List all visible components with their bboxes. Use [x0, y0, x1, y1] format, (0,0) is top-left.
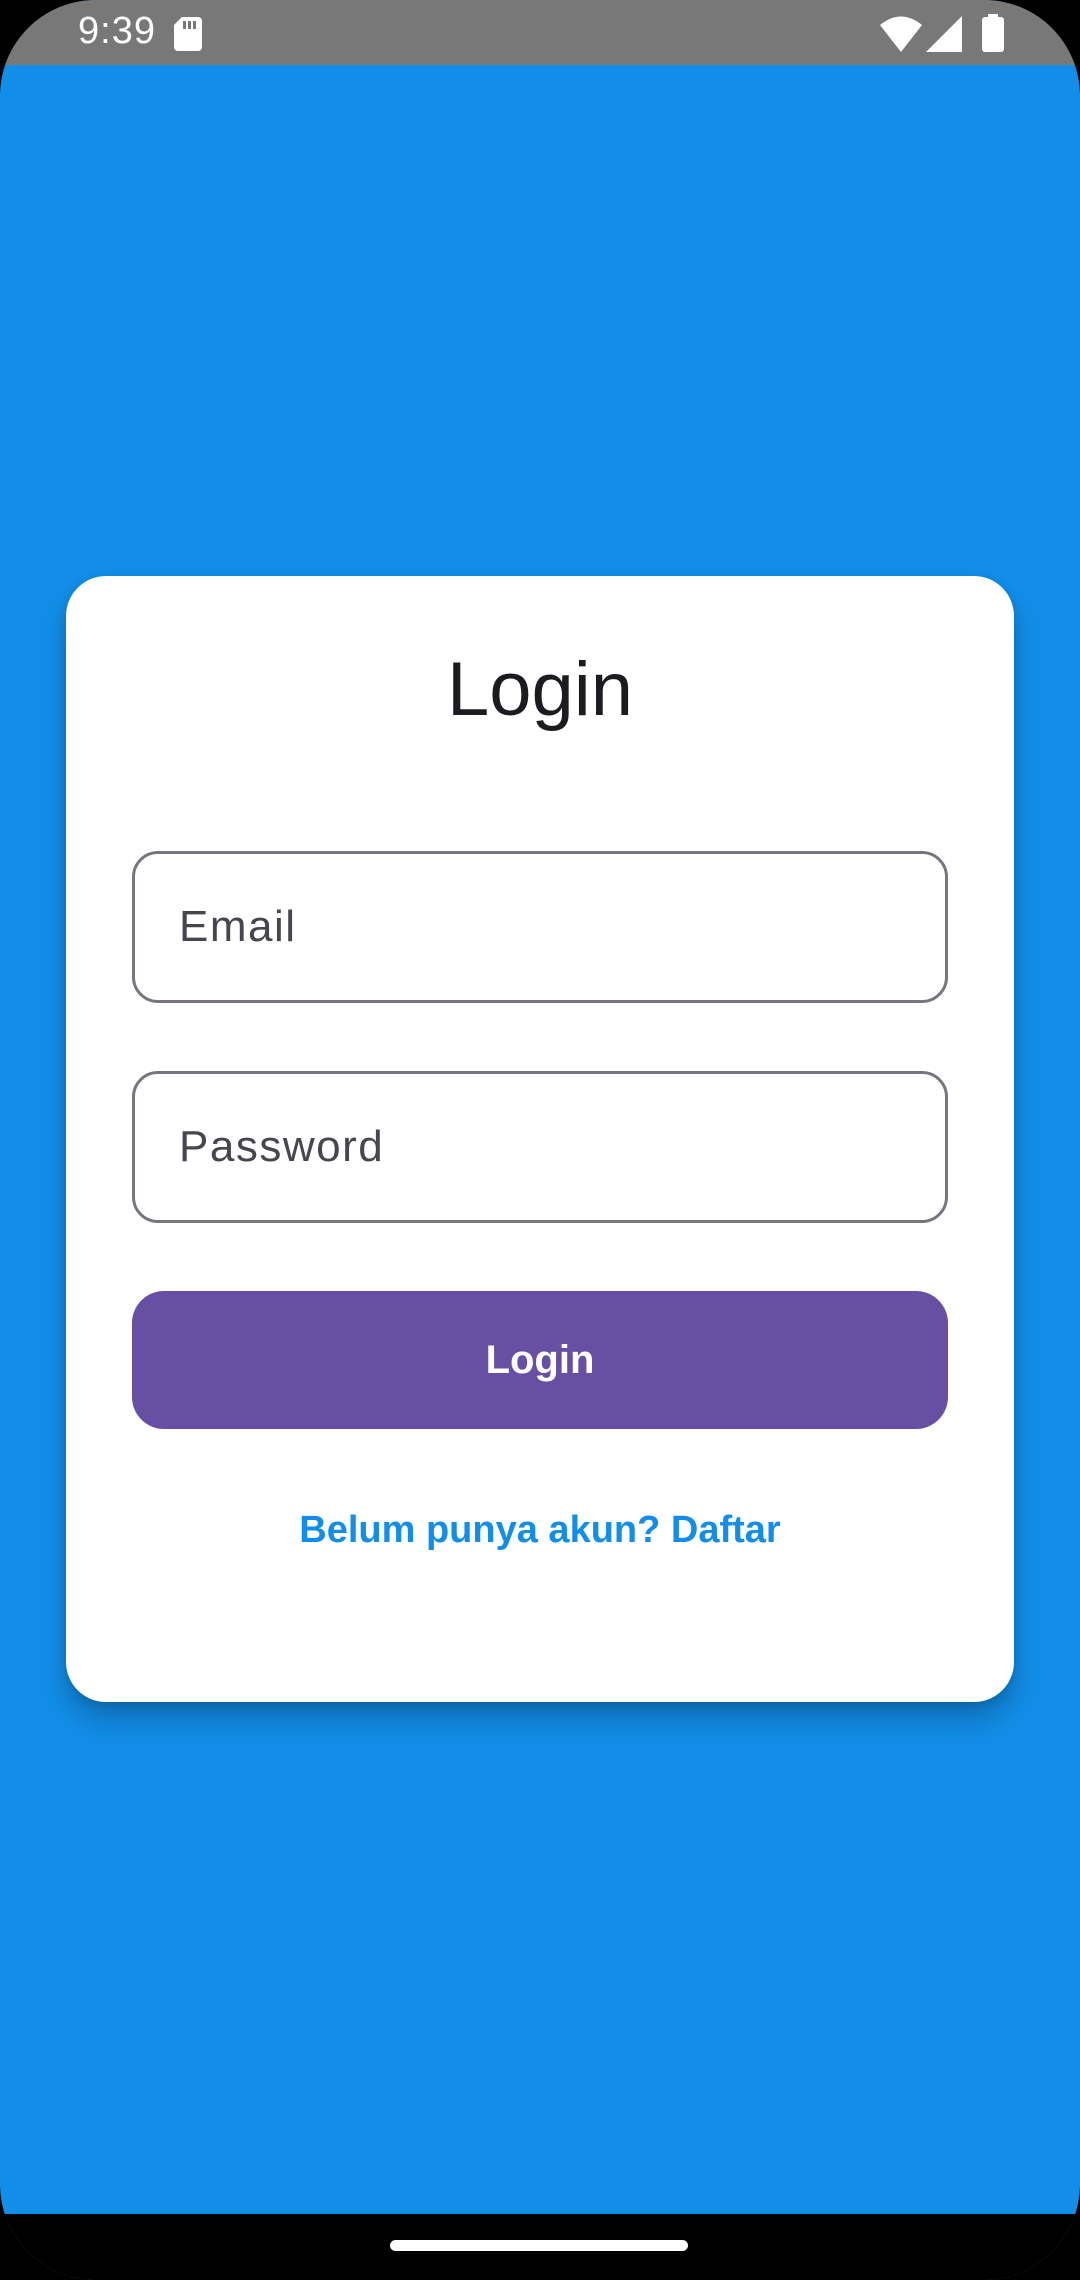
login-button[interactable]: Login	[132, 1291, 948, 1429]
status-bar: 9:39	[0, 0, 1080, 65]
battery-icon	[982, 14, 1004, 52]
login-title: Login	[447, 647, 633, 732]
password-input[interactable]	[135, 1074, 945, 1220]
password-field[interactable]	[132, 1071, 948, 1223]
email-field[interactable]	[132, 851, 948, 1003]
register-link[interactable]: Belum punya akun? Daftar	[0, 1500, 1080, 1560]
signal-icon	[926, 16, 962, 52]
home-indicator[interactable]	[390, 2240, 688, 2251]
email-input[interactable]	[135, 854, 945, 1000]
sd-card-icon	[174, 17, 202, 51]
status-time: 9:39	[78, 10, 156, 52]
phone-screen: 9:39 Login Login Belum punya akun? Dafta…	[0, 0, 1080, 2280]
wifi-icon	[880, 16, 922, 52]
